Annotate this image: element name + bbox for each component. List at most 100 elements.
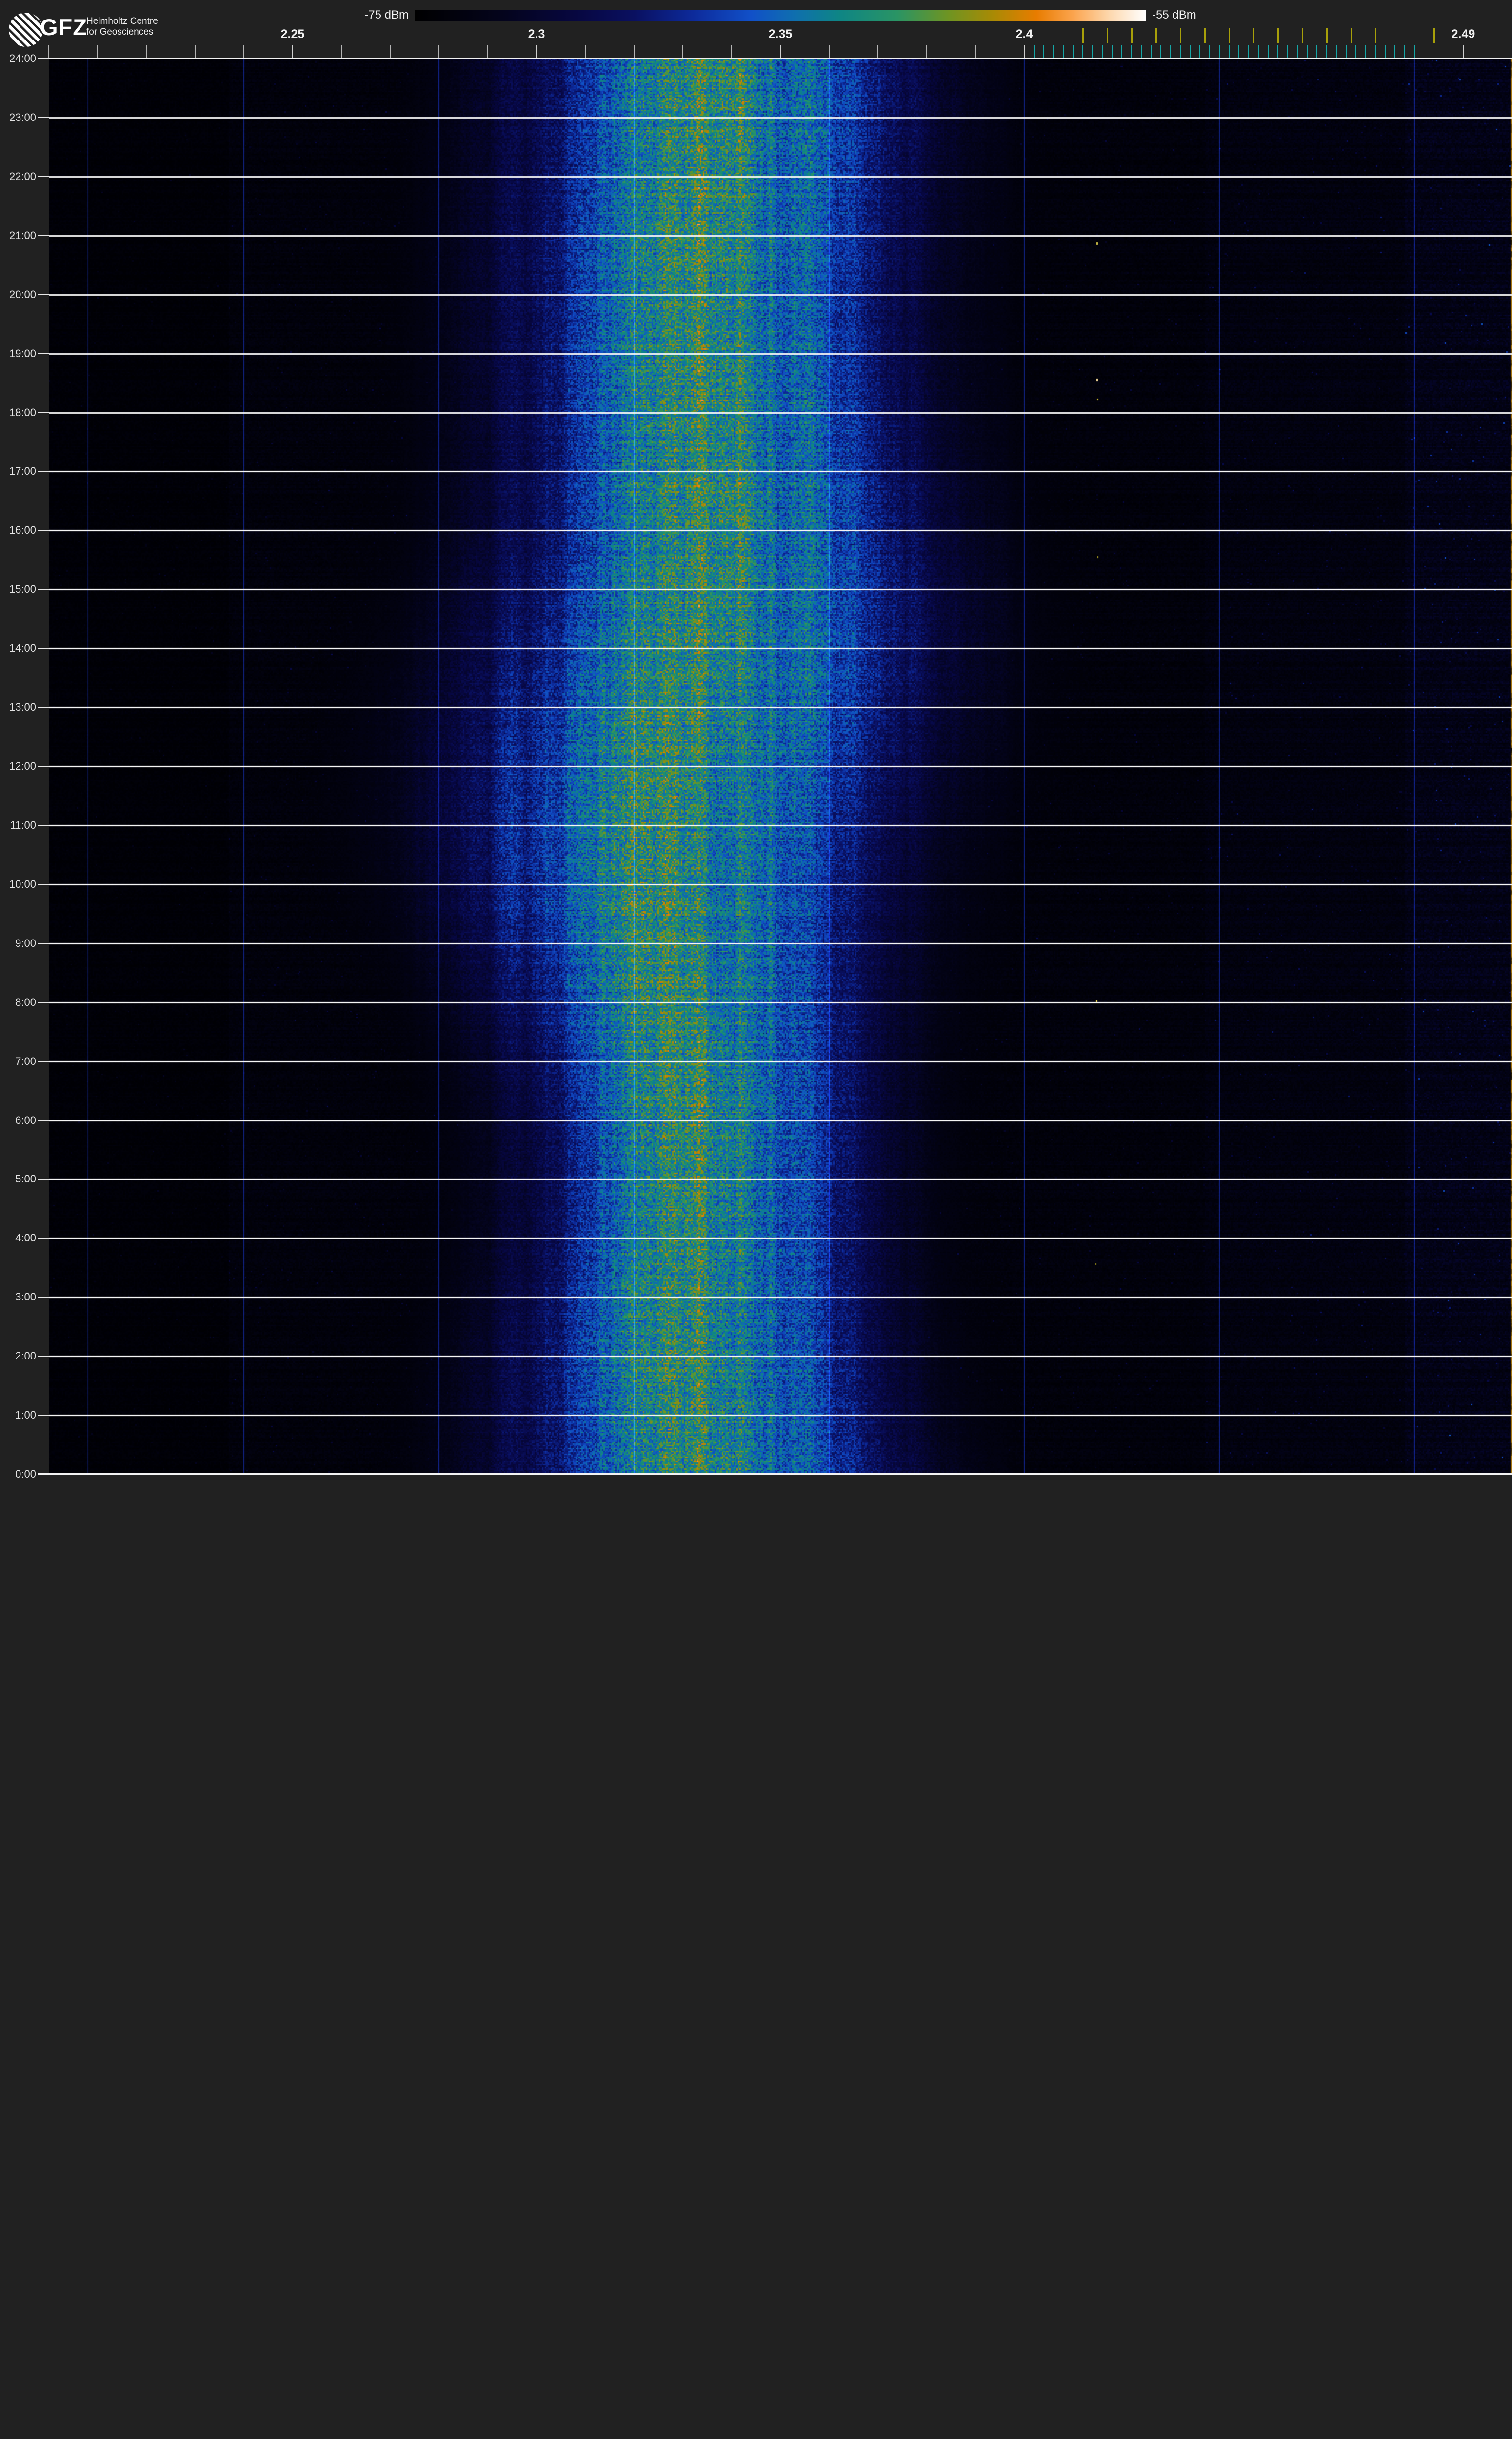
ble-channel-tick — [1199, 45, 1200, 58]
frequency-axis: 2.25 2.3 2.35 2.4 2.49 — [0, 0, 1512, 59]
hour-label: 2:00 — [15, 1350, 36, 1362]
hour-tick-stub — [38, 1415, 49, 1416]
ble-channel-tick — [1063, 45, 1064, 58]
freq-major-tick — [780, 45, 781, 58]
wifi-channel-tick — [1082, 28, 1084, 43]
ble-channel-tick — [1326, 45, 1327, 58]
ble-channel-tick — [1180, 45, 1181, 58]
freq-major-tick — [536, 45, 537, 58]
wifi-channel-tick — [1155, 28, 1157, 43]
footer: https://doi.org/10.5880/GFZ.1.2.2024.003… — [0, 1475, 1512, 1495]
hour-tick-stub — [38, 530, 49, 531]
hour-label: 5:00 — [15, 1173, 36, 1185]
wifi-channel-tick — [1204, 28, 1206, 43]
hour-tick-stub — [38, 1356, 49, 1357]
freq-tick-label: 2.3 — [528, 27, 545, 41]
freq-minor-tick — [731, 45, 732, 58]
hour-label: 8:00 — [15, 996, 36, 1008]
spectrogram-canvas — [49, 59, 1512, 1474]
ble-channel-tick — [1355, 45, 1356, 58]
hour-label: 18:00 — [9, 406, 36, 419]
hour-tick-stub — [38, 1060, 49, 1062]
ble-channel-tick — [1141, 45, 1142, 58]
ble-channel-tick — [1121, 45, 1122, 58]
freq-minor-tick — [926, 45, 927, 58]
ble-channel-tick — [1190, 45, 1191, 58]
wifi-channel-tick — [1351, 28, 1352, 43]
freq-tick-label: 2.25 — [280, 27, 305, 41]
ble-channel-tick — [1219, 45, 1220, 58]
hour-tick-stub — [38, 176, 49, 177]
hour-tick-stub — [38, 1001, 49, 1003]
freq-minor-tick — [877, 45, 878, 58]
hour-tick-stub — [38, 766, 49, 767]
hour-tick-stub — [38, 1120, 49, 1121]
hour-label: 14:00 — [9, 642, 36, 655]
hour-label: 19:00 — [9, 347, 36, 360]
freq-major-tick — [292, 45, 293, 58]
freq-minor-tick — [487, 45, 488, 58]
ble-channel-tick — [1375, 45, 1376, 58]
hour-label: 24:00 — [9, 52, 36, 64]
ble-channel-tick — [1043, 45, 1044, 58]
hour-tick-stub — [38, 235, 49, 236]
wifi-channel-tick — [1433, 28, 1435, 43]
hour-tick-stub — [38, 824, 49, 826]
hour-label: 7:00 — [15, 1055, 36, 1067]
ble-channel-tick — [1307, 45, 1308, 58]
ble-channel-tick — [1316, 45, 1317, 58]
ble-channel-tick — [1277, 45, 1278, 58]
time-axis: 24:00 23:00 22:00 21:00 20:00 19:00 18:00 17:00… — [0, 0, 49, 1495]
ble-channel-tick — [1287, 45, 1288, 58]
ble-channel-tick — [1297, 45, 1298, 58]
hour-label: 12:00 — [9, 760, 36, 772]
hour-label: 17:00 — [9, 465, 36, 478]
hour-label: 1:00 — [15, 1409, 36, 1421]
hour-tick-stub — [38, 353, 49, 354]
hour-tick-stub — [38, 412, 49, 413]
wifi-channel-tick — [1375, 28, 1376, 43]
ble-channel-tick — [1131, 45, 1132, 58]
wifi-channel-tick — [1277, 28, 1279, 43]
hour-tick-stub — [38, 294, 49, 295]
ble-channel-tick — [1209, 45, 1210, 58]
hour-label: 10:00 — [9, 878, 36, 890]
hour-label: 16:00 — [9, 524, 36, 537]
freq-minor-tick — [438, 45, 439, 58]
hour-tick-stub — [38, 1238, 49, 1239]
ble-channel-tick — [1394, 45, 1395, 58]
freq-minor-tick — [634, 45, 635, 58]
ble-channel-tick — [1082, 45, 1083, 58]
wifi-channel-tick — [1107, 28, 1108, 43]
freq-minor-tick — [975, 45, 976, 58]
hour-tick-stub — [38, 117, 49, 118]
freq-minor-tick — [341, 45, 342, 58]
hour-tick-stub — [38, 1297, 49, 1298]
ble-channel-tick — [1073, 45, 1074, 58]
hour-label: 9:00 — [15, 937, 36, 949]
freq-major-tick — [1463, 45, 1464, 58]
hour-label: 6:00 — [15, 1114, 36, 1126]
ble-channel-tick — [1102, 45, 1103, 58]
hour-tick-stub — [38, 1179, 49, 1180]
hour-tick-stub — [38, 707, 49, 708]
ble-channel-tick — [1365, 45, 1366, 58]
hour-tick-stub — [38, 589, 49, 590]
freq-tick-label: 2.4 — [1015, 27, 1033, 41]
ble-channel-tick — [1160, 45, 1161, 58]
wifi-channel-tick — [1229, 28, 1230, 43]
ble-channel-tick — [1346, 45, 1347, 58]
hour-tick-stub — [38, 648, 49, 649]
ble-channel-tick — [1238, 45, 1239, 58]
hour-label: 13:00 — [9, 701, 36, 714]
freq-minor-tick — [97, 45, 98, 58]
wifi-channel-tick — [1180, 28, 1181, 43]
hour-label: 11:00 — [10, 819, 36, 831]
ble-channel-tick — [1404, 45, 1405, 58]
ble-channel-tick — [1385, 45, 1386, 58]
hour-label: 23:00 — [9, 111, 36, 123]
wifi-channel-tick — [1131, 28, 1133, 43]
ble-channel-tick — [1258, 45, 1259, 58]
ble-channel-tick — [1151, 45, 1152, 58]
wifi-channel-tick — [1253, 28, 1254, 43]
